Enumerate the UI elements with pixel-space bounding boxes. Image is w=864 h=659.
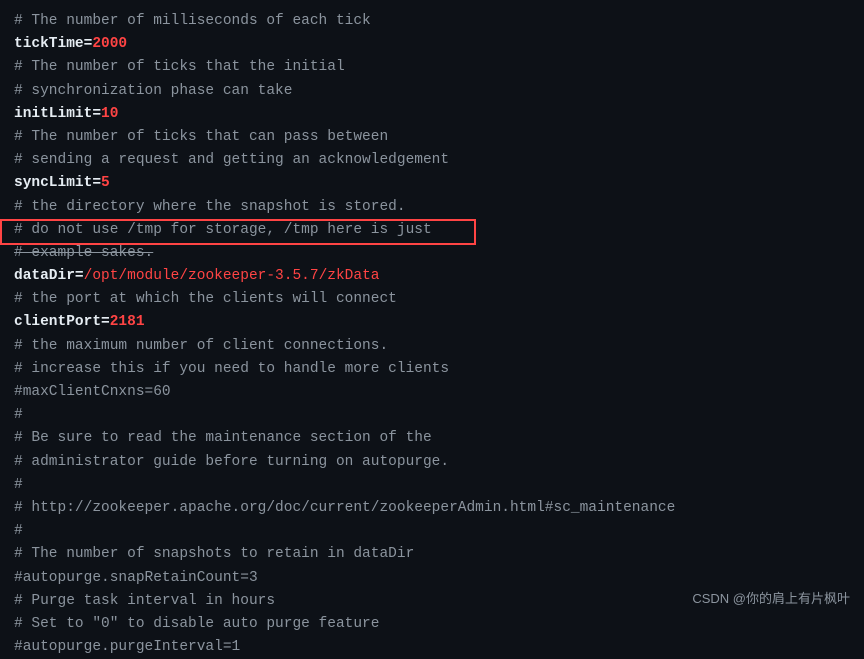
line-10: # do not use /tmp for storage, /tmp here… [14,219,850,242]
key-synclimit: syncLimit= [14,175,101,191]
line-9: # the directory where the snapshot is st… [14,196,850,219]
line-8: syncLimit=5 [14,172,850,195]
line-1: # The number of milliseconds of each tic… [14,10,850,33]
line-21: # [14,474,850,497]
line-11: # example sakes. [14,242,850,265]
line-7: # sending a request and getting an ackno… [14,149,850,172]
key-datadir: dataDir= [14,268,84,284]
line-23: # [14,520,850,543]
line-3: # The number of ticks that the initial [14,56,850,79]
val-initlimit: 10 [101,106,118,122]
line-6: # The number of ticks that can pass betw… [14,126,850,149]
key-initlimit: initLimit= [14,106,101,122]
line-24: # The number of snapshots to retain in d… [14,543,850,566]
line-15: # the maximum number of client connectio… [14,335,850,358]
val-ticktime: 2000 [92,36,127,52]
val-datadir: /opt/module/zookeeper-3.5.7/zkData [84,268,380,284]
line-20: # administrator guide before turning on … [14,451,850,474]
line-11-strike: # example sakes. [14,245,153,261]
line-19: # Be sure to read the maintenance sectio… [14,427,850,450]
line-14: clientPort=2181 [14,311,850,334]
key-ticktime: tickTime= [14,36,92,52]
line-22: # http://zookeeper.apache.org/doc/curren… [14,497,850,520]
line-16: # increase this if you need to handle mo… [14,358,850,381]
val-synclimit: 5 [101,175,110,191]
line-2: tickTime=2000 [14,33,850,56]
line-4: # synchronization phase can take [14,80,850,103]
line-25: #autopurge.snapRetainCount=3 [14,567,850,590]
key-clientport: clientPort= [14,314,110,330]
line-13: # the port at which the clients will con… [14,288,850,311]
line-12-datadir: dataDir=/opt/module/zookeeper-3.5.7/zkDa… [14,265,850,288]
val-clientport: 2181 [110,314,145,330]
line-17: #maxClientCnxns=60 [14,381,850,404]
terminal: # The number of milliseconds of each tic… [0,0,864,622]
line-18: # [14,404,850,427]
line-27: # Set to "0" to disable auto purge featu… [14,613,850,636]
line-5: initLimit=10 [14,103,850,126]
line-28: #autopurge.purgeInterval=1 [14,636,850,659]
watermark: CSDN @你的肩上有片枫叶 [692,589,850,610]
